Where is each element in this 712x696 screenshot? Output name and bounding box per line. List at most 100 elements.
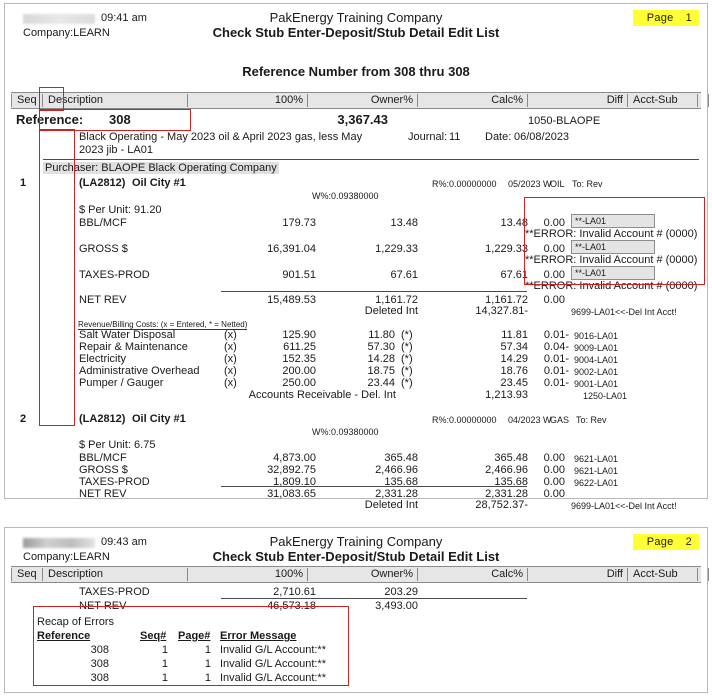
page-badge-label-2: Page [646,536,674,548]
recap-header-seq: Seq# [140,630,167,642]
row-100-gross-2: 32,892.75 [267,464,316,476]
cost-mark1-1: (x) [224,341,237,353]
row-calc-bblmcf-1: 13.48 [500,217,528,229]
cost-acct-0: 9016-LA01 [574,331,619,341]
deleted-int-acct-1: 9699-LA01<<-Del Int Acct! [571,307,677,317]
cost-mark2-3: (*) [401,365,413,377]
col-header-100pct-2: 100% [188,568,308,581]
row-acct-taxes-2: 9622-LA01 [574,478,619,488]
recap-header-reference: Reference [37,630,91,642]
col-header-owner-2: Owner% [308,568,418,581]
well-name-1: Oil City #1 [132,177,186,189]
p2-row-owner-taxes: 203.29 [384,586,418,598]
row-desc-netrev-2: NET REV [79,488,127,500]
purchaser-line: Purchaser: BLAOPE Black Operating Compan… [43,162,279,174]
product-2: GAS [550,415,570,425]
cost-diff-3: 0.01- [543,365,569,377]
reference-label: Reference: [16,112,84,127]
recap-title: Recap of Errors [37,616,115,628]
cost-acct-4: 9001-LA01 [574,379,619,389]
error-msg-taxes-1: **ERROR: Invalid Account # (0000) [525,280,698,292]
cost-calc-4: 23.45 [500,377,528,389]
reference-number: 308 [109,112,131,127]
recap-row-2-page: 1 [204,672,211,684]
col-header-description: Description [43,94,188,107]
r-pct-2: R%:0.00000000 [432,415,497,425]
product-1: OIL [550,179,565,189]
cost-mark1-0: (x) [224,329,237,341]
p2-row-100-netrev: 46,573.18 [267,600,316,612]
journal-label: Journal: [408,131,448,143]
well-code-2: (LA2812) [79,413,126,425]
acct-input-bblmcf-1[interactable]: **-LA01 [571,214,655,228]
row-diff-netrev-1: 0.00 [543,294,565,306]
w-pct-2: W%:0.09380000 [312,427,379,437]
report-page-1: 09:41 am Company:LEARN PakEnergy Trainin… [4,3,709,511]
deleted-int-value-2: 28,752.37- [475,499,528,511]
p2-row-desc-taxes: TAXES-PROD [79,586,150,598]
recap-row-0-page: 1 [204,644,211,656]
col-header-owner: Owner% [308,94,418,107]
cost-owner-4: 23.44 [367,377,395,389]
cost-acct-3: 9002-LA01 [574,367,619,377]
cost-calc-1: 57.34 [500,341,528,353]
col-header-description-2: Description [43,568,188,581]
net-rev-rule-1 [221,291,527,292]
cost-mark2-1: (*) [401,341,413,353]
row-owner-gross-2: 2,466.96 [375,464,418,476]
cost-diff-4: 0.01- [543,377,569,389]
col-header-calc-2: Calc% [418,568,528,581]
deleted-int-label-2: Deleted Int [364,499,418,511]
company-name: PakEnergy Training Company [269,10,443,25]
row-diff-netrev-2: 0.00 [543,488,565,500]
cost-owner-3: 18.75 [367,365,395,377]
cost-diff-1: 0.04- [543,341,569,353]
recap-row-2-message: Invalid G/L Account:** [220,672,326,684]
error-msg-gross-1: **ERROR: Invalid Account # (0000) [525,254,698,266]
cost-desc-4: Pumper / Gauger [79,377,164,389]
acct-input-gross-1[interactable]: **-LA01 [571,240,655,254]
row-desc-netrev-1: NET REV [79,294,127,306]
col-header-100pct: 100% [188,94,308,107]
date-value: 06/08/2023 [514,131,570,143]
row-100-bblmcf-2: 4,873.00 [273,452,316,464]
row-desc-gross-2: GROSS $ [79,464,128,476]
recap-row-1-reference: 308 [90,658,109,670]
reference-amount: 3,367.43 [337,112,388,127]
recap-row-1-seq: 1 [161,658,168,670]
deleted-int-value-1: 14,327.81- [475,305,528,317]
report-title: Check Stub Enter-Deposit/Stub Detail Edi… [212,25,500,40]
reference-range-subtitle: Reference Number from 308 thru 308 [242,64,470,79]
journal-value: 11 [449,131,461,143]
cost-desc-2: Electricity [79,353,127,365]
cost-calc-0: 11.81 [501,329,528,341]
column-header-row: Seq Description 100% Owner% Calc% Diff A… [11,92,709,109]
cost-mark1-4: (x) [224,377,237,389]
page-badge-label: Page [646,12,674,24]
cost-calc-2: 14.29 [500,353,528,365]
col-header-seq: Seq [11,94,43,107]
detail-body-2: TAXES-PROD 2,710.61 203.29 NET REV 46,57… [5,583,707,693]
cost-owner-2: 14.28 [367,353,395,365]
memo-divider [43,159,699,160]
cost-mark2-0: (*) [401,329,413,341]
row-100-netrev-2: 31,083.65 [267,488,316,500]
recap-row-0-reference: 308 [90,644,109,656]
cost-mark1-3: (x) [224,365,237,377]
ar-del-int-acct: 1250-LA01 [583,391,628,401]
cost-diff-0: 0.01- [543,329,569,341]
col-header-calc: Calc% [418,94,528,107]
recap-header-page: Page# [178,630,211,642]
cost-acct-1: 9009-LA01 [574,343,619,353]
detail-body: Reference: 308 3,367.43 1050-BLAOPE Blac… [5,109,707,511]
row-desc-bblmcf-1: BBL/MCF [79,217,127,229]
acct-input-taxes-1[interactable]: **-LA01 [571,266,655,280]
cost-desc-0: Salt Water Disposal [79,329,176,341]
period-2: 04/2023 W [508,415,552,425]
memo-line-2: 2023 jib - LA01 [79,144,153,156]
row-100-bblmcf-1: 179.73 [282,217,316,229]
to-2: To: Rev [576,415,607,425]
row-calc-taxes-1: 67.61 [500,269,528,281]
page2-header: 09:43 am Company:LEARN PakEnergy Trainin… [5,528,707,564]
net-rev-rule-2 [221,486,527,487]
